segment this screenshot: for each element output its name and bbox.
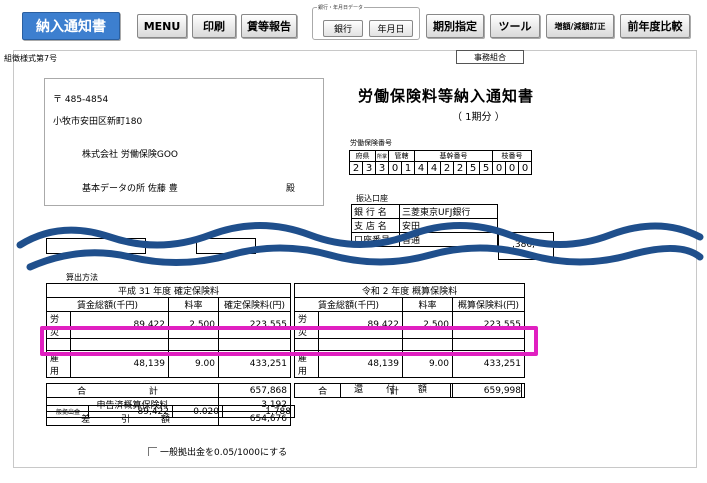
ins-header-eda: 枝番号 xyxy=(492,150,532,162)
tools-button[interactable]: ツール xyxy=(490,14,540,38)
wage-report-button[interactable]: 賃等報告 xyxy=(241,14,297,38)
calc-method-label: 算出方法 xyxy=(66,273,98,282)
confirmed-header: 平成 31 年度 確定保険料 xyxy=(46,283,291,298)
col-rate: 料率 xyxy=(168,297,219,312)
general-rate: 0.020 xyxy=(172,405,223,418)
refund-box: 還 付 額 xyxy=(340,383,522,398)
prev-year-compare-button[interactable]: 前年度比較 xyxy=(620,14,690,38)
bank-account-label: 振込口座 xyxy=(356,194,388,203)
ins-header-kikan: 基幹番号 xyxy=(414,150,493,162)
ins-header-kankatsu: 管轄 xyxy=(388,150,415,162)
ins-digit: 0 xyxy=(492,161,506,175)
ins-digit: 3 xyxy=(375,161,389,175)
general-contribution-table: 一般拠出金 89,422 0.020 1,788 xyxy=(46,405,295,418)
wave-break-overlay xyxy=(16,222,704,271)
general-amount: 1,788 xyxy=(222,405,295,418)
ins-digit: 3 xyxy=(362,161,376,175)
company-name: 株式会社 労働保険GOO xyxy=(82,150,179,160)
checkbox-label: 一般拠出金を0.05/1000にする xyxy=(160,448,288,458)
ins-digit: 5 xyxy=(466,161,480,175)
col-wage: 賃金総額(千円) xyxy=(46,297,169,312)
ins-digit: 4 xyxy=(427,161,441,175)
ins-header-pref: 府県 xyxy=(349,150,376,162)
honorific: 殿 xyxy=(286,184,296,194)
ins-digit: 2 xyxy=(453,161,467,175)
estimated-header: 令和 2 年度 概算保険料 xyxy=(294,283,525,298)
ins-digit: 2 xyxy=(349,161,363,175)
tab-nounyu-tsuchisho[interactable]: 納入通知書 xyxy=(22,12,120,40)
correction-button[interactable]: 増額/減額訂正 xyxy=(546,14,614,38)
ins-digit: 4 xyxy=(414,161,428,175)
ins-digits-row: 2 3 3 0 1 4 4 2 2 5 5 0 0 0 xyxy=(349,161,532,175)
office-label: 事務組合 xyxy=(456,50,524,64)
insurance-number-label: 労働保険番号 xyxy=(350,139,392,147)
highlight-box xyxy=(40,326,538,356)
form-number: 組徴様式第7号 xyxy=(4,54,58,63)
group-caption: 銀行・年月日データ xyxy=(317,4,365,11)
ins-digit: 2 xyxy=(440,161,454,175)
total-left: 657,868 xyxy=(218,383,291,398)
general-rate-checkbox-row[interactable]: 一般拠出金を0.05/1000にする xyxy=(148,445,287,458)
recipient-name: 基本データの所 佐藤 豊 xyxy=(82,184,178,194)
bank-date-group: 銀行・年月日データ 銀行 年月日 xyxy=(312,4,420,40)
insurance-number-table: 府県 所掌 管轄 基幹番号 枝番号 2 3 3 0 1 4 4 2 2 5 5 … xyxy=(349,150,532,175)
col-amount: 概算保険料(円) xyxy=(452,297,525,312)
checkbox[interactable] xyxy=(148,447,157,456)
ins-header-shosho: 所掌 xyxy=(375,150,389,162)
refund-label: 還 付 額 xyxy=(341,384,451,397)
ins-digit: 1 xyxy=(401,161,415,175)
general-wage: 89,422 xyxy=(88,405,173,418)
ins-digit: 0 xyxy=(518,161,532,175)
col-amount: 確定保険料(円) xyxy=(218,297,291,312)
address: 小牧市安田区新町180 xyxy=(53,117,143,127)
ins-digit: 5 xyxy=(479,161,493,175)
general-label: 一般拠出金 xyxy=(46,405,89,418)
wave-line-lower xyxy=(26,244,704,271)
ins-digit: 0 xyxy=(505,161,519,175)
wave-line-upper xyxy=(16,222,704,249)
col-wage: 賃金総額(千円) xyxy=(294,297,403,312)
postal-code: 〒 485-4854 xyxy=(53,95,109,105)
period-label: （ 1期分 ） xyxy=(452,112,505,123)
period-select-button[interactable]: 期別指定 xyxy=(426,14,484,38)
menu-button[interactable]: MENU xyxy=(137,14,187,38)
refund-value xyxy=(451,384,521,397)
date-button[interactable]: 年月日 xyxy=(369,20,413,37)
print-button[interactable]: 印刷 xyxy=(192,14,236,38)
ins-digit: 0 xyxy=(388,161,402,175)
bank-button[interactable]: 銀行 xyxy=(323,20,363,37)
table-row: 一般拠出金 89,422 0.020 1,788 xyxy=(46,405,295,418)
col-rate: 料率 xyxy=(402,297,453,312)
document-title: 労働保険料等納入通知書 xyxy=(358,87,535,105)
total-label: 合 計 xyxy=(46,383,219,398)
